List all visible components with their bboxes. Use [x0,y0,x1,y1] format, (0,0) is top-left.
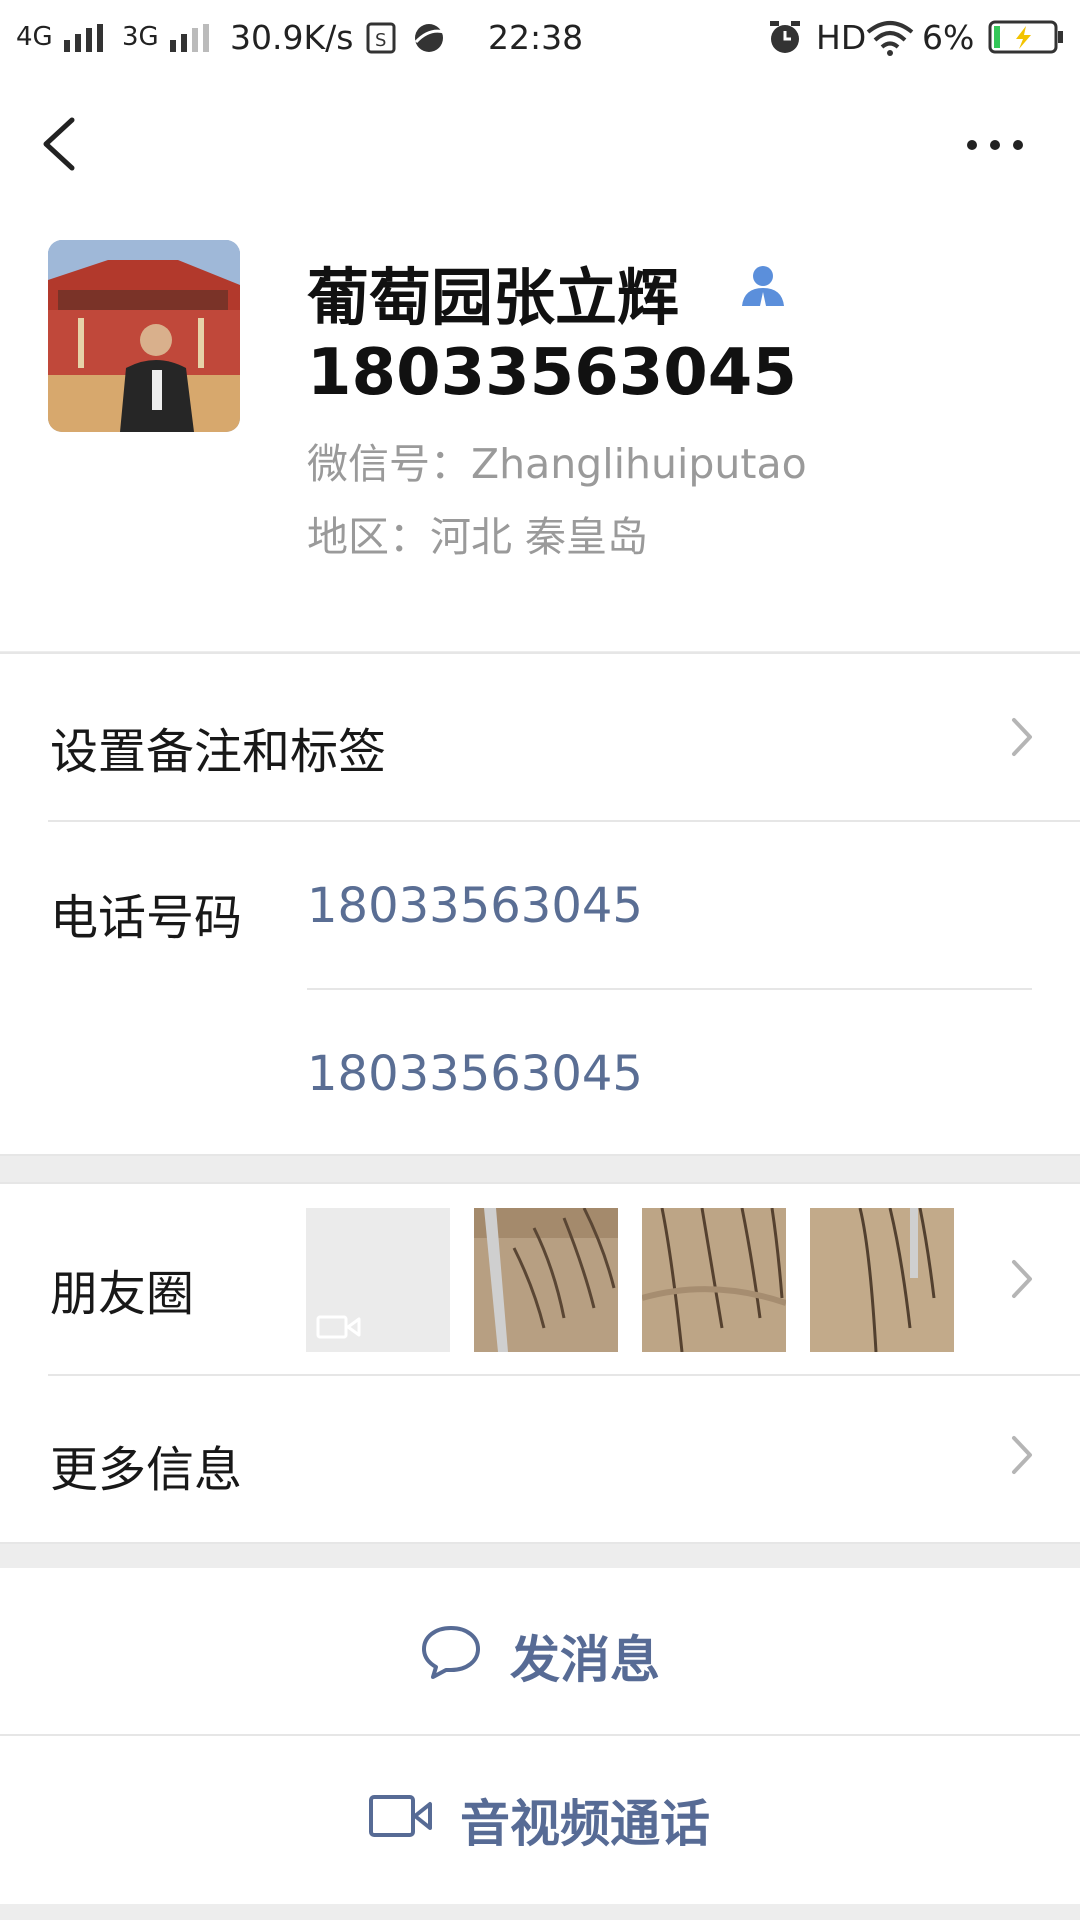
moments-row[interactable]: 朋友圈 [0,1184,1080,1374]
signal-icon [170,24,209,52]
contact-name: 葡萄园张立辉 [307,261,680,334]
contact-person-icon [742,266,784,306]
moments-section: 朋友圈 更多信息 [0,1182,1080,1544]
moments-photo-thumb [642,1208,786,1352]
more-info-label: 更多信息 [50,1442,243,1498]
clock: 22:38 [488,18,584,57]
video-camera-icon [369,1795,432,1837]
vineyard-photo [810,1208,954,1352]
status-bar: 4G 3G 30.9K/s S 22:38 HD 6% [0,0,1080,75]
moments-label: 朋友圈 [50,1266,195,1322]
svg-text:S: S [375,30,386,51]
wechat-id: 微信号：Zhanglihuiputao [307,440,807,488]
send-message-button[interactable]: 发消息 [0,1568,1080,1734]
storage-icon: S [366,22,396,54]
phone-number-2[interactable]: 18033563045 [307,1046,643,1102]
signal-icon [64,24,103,52]
network-speed: 30.9K/s [230,18,354,57]
more-info-row[interactable]: 更多信息 [0,1376,1080,1542]
actions-section: 发消息 音视频通话 [0,1568,1080,1904]
divider [307,988,1032,990]
alarm-icon [770,21,800,53]
moments-photo-thumb [810,1208,954,1352]
av-call-label: 音视频通话 [460,1795,710,1853]
divider [0,1154,1080,1156]
wifi-icon [866,21,914,56]
avatar[interactable] [48,240,240,432]
battery-percent: 6% [922,18,975,57]
network-3g: 3G [122,22,159,52]
divider [0,1542,1080,1544]
back-button[interactable] [30,108,90,178]
more-button[interactable] [950,112,1040,172]
vineyard-photo [642,1208,786,1352]
info-section: 设置备注和标签 电话号码 18033563045 18033563045 [0,652,1080,1156]
remark-tags-row[interactable]: 设置备注和标签 [0,654,1080,820]
send-message-label: 发消息 [510,1631,660,1689]
chevron-right-icon [1012,1436,1032,1474]
hd-indicator: HD [816,18,867,57]
chevron-right-icon [1012,718,1032,756]
avatar-photo [48,240,240,432]
contact-phone-title: 18033563045 [307,336,797,410]
battery-icon [988,20,1063,54]
moments-photo-thumb [474,1208,618,1352]
phone-number-1[interactable]: 18033563045 [307,878,643,934]
chat-bubble-icon [422,1626,480,1679]
video-icon [316,1315,361,1339]
divider [48,820,1080,822]
network-4g: 4G [16,22,53,52]
av-call-button[interactable]: 音视频通话 [0,1736,1080,1902]
phone-label: 电话号码 [50,890,243,946]
chevron-right-icon [1012,1260,1032,1298]
app-status-icon [414,24,445,52]
more-dots-icon [967,140,1023,150]
moments-video-thumb [306,1208,450,1352]
chevron-left-icon [43,117,75,171]
vineyard-photo [474,1208,618,1352]
remark-tags-label: 设置备注和标签 [50,724,387,780]
region: 地区：河北 秦皇岛 [307,513,649,561]
